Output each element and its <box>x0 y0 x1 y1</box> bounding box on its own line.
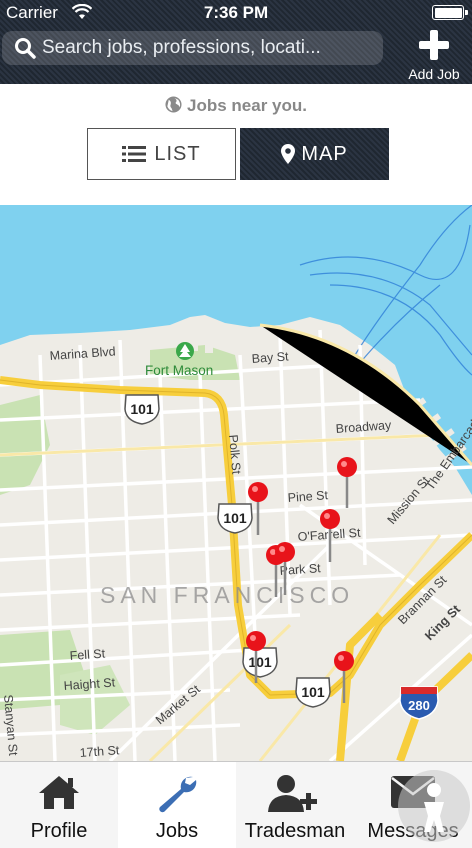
status-bar: Carrier 7:36 PM <box>0 0 472 26</box>
watermark-badge <box>398 770 470 842</box>
search-icon <box>15 38 36 59</box>
map-marker-icon <box>281 144 296 164</box>
map-label-street: Bay St <box>251 349 289 366</box>
person-icon <box>424 783 444 832</box>
tab-profile-label: Profile <box>30 820 88 842</box>
home-icon <box>39 776 79 809</box>
add-job-button[interactable]: Add Job <box>396 26 472 84</box>
tab-jobs[interactable]: Jobs <box>118 762 236 848</box>
map-label-street: 17th St <box>79 743 120 760</box>
jobs-near-heading: Jobs near you. <box>0 96 472 116</box>
battery-icon <box>432 5 468 20</box>
svg-text:101: 101 <box>301 684 325 700</box>
list-icon <box>122 146 147 162</box>
highway-shield: 101 <box>217 503 253 534</box>
highway-shield: 101 <box>242 647 278 678</box>
top-navigation-bar: Carrier 7:36 PM Search jobs, professions… <box>0 0 472 84</box>
plus-icon <box>419 30 449 60</box>
globe-icon <box>165 96 182 113</box>
jobs-map[interactable]: SAN FRANCISCO Marina Blvd Bay St Broadwa… <box>0 205 472 761</box>
tab-jobs-label: Jobs <box>155 820 199 842</box>
jobs-near-text: Jobs near you. <box>187 96 307 115</box>
map-label-street: Pine St <box>287 488 329 505</box>
map-label-street: Fell St <box>69 647 106 663</box>
svg-text:101: 101 <box>223 510 247 526</box>
add-job-label: Add Job <box>408 66 460 82</box>
map-view-label: MAP <box>301 142 348 165</box>
search-placeholder: Search jobs, professions, locati... <box>42 37 321 58</box>
map-label-city: SAN FRANCISCO <box>100 582 354 608</box>
tab-tradesman-label: Tradesman <box>244 820 346 842</box>
highway-shield: 101 <box>124 394 160 425</box>
map-label-poi: Fort Mason <box>145 363 213 378</box>
status-time: 7:36 PM <box>203 3 269 22</box>
map-canvas[interactable]: SAN FRANCISCO Marina Blvd Bay St Broadwa… <box>0 205 472 761</box>
search-input[interactable]: Search jobs, professions, locati... <box>2 31 383 65</box>
list-view-button[interactable]: LIST <box>87 128 236 180</box>
add-user-icon <box>268 775 317 812</box>
wrench-icon <box>159 776 197 813</box>
svg-text:101: 101 <box>130 401 154 417</box>
list-view-label: LIST <box>154 142 201 165</box>
svg-text:101: 101 <box>248 654 272 670</box>
map-view-button[interactable]: MAP <box>240 128 389 180</box>
tab-tradesman[interactable]: Tradesman <box>236 762 354 848</box>
highway-shield: 101 <box>295 677 331 708</box>
tab-profile[interactable]: Profile <box>0 762 118 848</box>
svg-text:280: 280 <box>408 698 430 713</box>
